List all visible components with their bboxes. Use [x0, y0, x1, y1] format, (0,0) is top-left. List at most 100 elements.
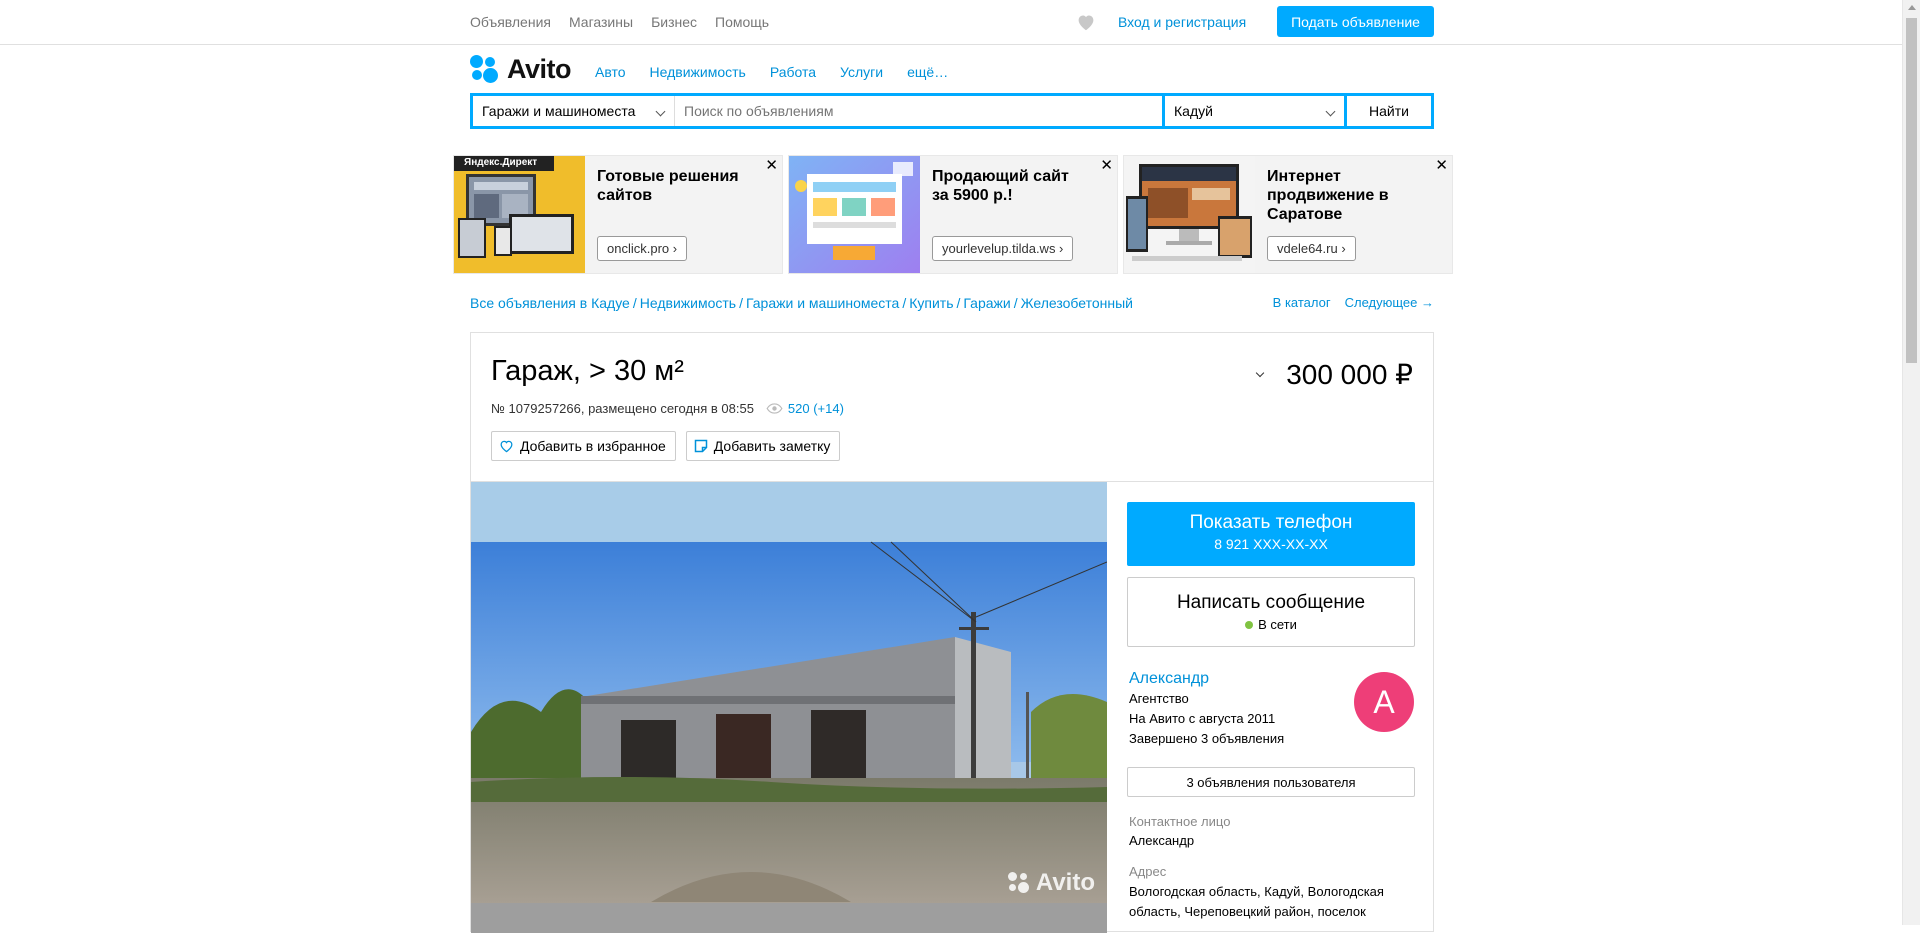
user-ads-button[interactable]: 3 объявления пользователя	[1127, 767, 1415, 797]
search-input[interactable]	[675, 96, 1162, 126]
seller-since: На Авито с августа 2011	[1129, 711, 1276, 726]
heart-icon[interactable]	[1076, 13, 1096, 31]
eye-icon	[766, 403, 783, 414]
seller-completed: Завершено 3 объявления	[1129, 731, 1285, 746]
item-photo[interactable]: Avito	[471, 482, 1107, 933]
address-line: Вологодская область, Кадуй, Вологодская	[1129, 884, 1384, 899]
ad-title: Интернет продвижение в Саратове	[1267, 168, 1389, 223]
ad-banner-3[interactable]: Интернет продвижение в Саратове vdele64.…	[1123, 155, 1453, 274]
catalog-nav: В каталог Следующее →	[1273, 295, 1434, 310]
item-meta-text: № 1079257266, размещено сегодня в 08:55	[491, 401, 754, 416]
watermark-logo-icon	[1007, 872, 1030, 894]
address-line: область, Череповецкий район, поселок	[1129, 904, 1366, 919]
category-select-value: Гаражи и машиноместа	[482, 103, 636, 119]
page-scrollbar[interactable]	[1902, 0, 1920, 925]
scroll-up-arrow-icon[interactable]	[1908, 5, 1916, 10]
top-nav: Объявления Магазины Бизнес Помощь	[470, 14, 769, 30]
post-ad-button[interactable]: Подать объявление	[1277, 6, 1434, 37]
category-services[interactable]: Услуги	[840, 64, 883, 80]
ad-badge-yandex-direct: Яндекс.Директ	[464, 157, 538, 168]
watermark-text: Avito	[1035, 869, 1095, 896]
write-message-button[interactable]: Написать сообщение В сети	[1127, 577, 1415, 647]
heart-outline-icon	[500, 440, 513, 453]
breadcrumb-item[interactable]: Гаражи и машиноместа	[746, 295, 899, 311]
ad-title: Готовые решения сайтов	[597, 168, 739, 204]
item-title: Гараж, > 30 м²	[491, 355, 684, 387]
breadcrumb-separator: /	[956, 295, 961, 311]
category-nav: Авто Недвижимость Работа Услуги ещё…	[595, 64, 948, 80]
ad-banner-1[interactable]: Яндекс.Директ Готовые решения сайтов onc…	[453, 155, 783, 274]
contact-person-label: Контактное лицо	[1129, 814, 1231, 829]
topnav-business[interactable]: Бизнес	[651, 14, 697, 30]
seller-info: Александр Агентство На Авито с августа 2…	[1129, 669, 1284, 749]
breadcrumb-item[interactable]: Гаражи	[963, 295, 1010, 311]
close-icon[interactable]: ✕	[1100, 156, 1113, 174]
add-favorite-label: Добавить в избранное	[520, 438, 666, 454]
views-count[interactable]: 520 (+14)	[788, 401, 844, 416]
ad-banner-2[interactable]: Продающий сайт за 5900 р.! yourlevelup.t…	[788, 155, 1118, 274]
scrollbar-thumb[interactable]	[1906, 18, 1917, 363]
logo-text: Avito	[507, 54, 572, 84]
seller-name[interactable]: Александр	[1129, 669, 1284, 689]
item-actions: Добавить в избранное Добавить заметку	[491, 431, 841, 461]
avatar[interactable]: А	[1354, 672, 1414, 732]
login-link[interactable]: Вход и регистрация	[1118, 14, 1246, 30]
avito-logo[interactable]: Avito	[470, 54, 572, 85]
ad-thumbnail-devices	[454, 156, 585, 273]
address-value: Вологодская область, Кадуй, Вологодская …	[1129, 882, 1384, 922]
top-bar-inner: Объявления Магазины Бизнес Помощь Вход и…	[470, 0, 1434, 44]
online-status: В сети	[1128, 617, 1414, 632]
show-phone-label: Показать телефон	[1189, 512, 1353, 533]
chevron-down-icon	[655, 106, 666, 117]
category-auto[interactable]: Авто	[595, 64, 626, 80]
write-message-label: Написать сообщение	[1176, 592, 1366, 613]
item-meta: № 1079257266, размещено сегодня в 08:55 …	[491, 401, 844, 416]
breadcrumb-separator: /	[902, 295, 907, 311]
top-bar: Объявления Магазины Бизнес Помощь Вход и…	[0, 0, 1902, 45]
category-realty[interactable]: Недвижимость	[650, 64, 746, 80]
ad-url-button[interactable]: vdele64.ru ›	[1267, 236, 1356, 261]
category-more[interactable]: ещё…	[907, 64, 948, 80]
close-icon[interactable]: ✕	[765, 156, 778, 174]
city-select[interactable]: Кадуй	[1162, 96, 1344, 126]
add-favorite-button[interactable]: Добавить в избранное	[491, 431, 676, 461]
topnav-ads[interactable]: Объявления	[470, 14, 551, 30]
logo-dots-icon	[470, 54, 500, 85]
breadcrumb-item[interactable]: Все объявления в Кадуе	[470, 295, 630, 311]
show-phone-button[interactable]: Показать телефон 8 921 XXX-XX-XX	[1127, 502, 1415, 566]
category-jobs[interactable]: Работа	[770, 64, 816, 80]
photo-watermark: Avito	[1007, 869, 1095, 897]
topnav-help[interactable]: Помощь	[715, 14, 769, 30]
phone-masked: 8 921 XXX-XX-XX	[1214, 536, 1328, 552]
breadcrumb: Все объявления в Кадуе / Недвижимость / Гара…	[470, 295, 1133, 311]
close-icon[interactable]: ✕	[1435, 156, 1448, 174]
ad-thumbnail-website	[789, 156, 920, 273]
to-catalog-link[interactable]: В каталог	[1273, 295, 1331, 310]
add-note-button[interactable]: Добавить заметку	[685, 431, 841, 461]
breadcrumb-separator: /	[1013, 295, 1018, 311]
ad-title: Продающий сайт за 5900 р.!	[932, 168, 1069, 204]
note-icon	[694, 439, 708, 453]
breadcrumb-item[interactable]: Железобетонный	[1021, 295, 1133, 311]
chevron-down-icon	[1325, 106, 1336, 117]
next-item-link[interactable]: Следующее →	[1345, 295, 1434, 310]
ad-url-button[interactable]: yourlevelup.tilda.ws ›	[932, 236, 1074, 261]
item-photo-image	[471, 482, 1107, 933]
price-chevron-icon[interactable]	[1255, 368, 1265, 378]
add-note-label: Добавить заметку	[713, 438, 831, 454]
ad-url-button[interactable]: onclick.pro ›	[597, 236, 688, 261]
item-card: Гараж, > 30 м² 300 000 ₽ № 1079257266, р…	[470, 332, 1434, 933]
topnav-shops[interactable]: Магазины	[569, 14, 633, 30]
category-select[interactable]: Гаражи и машиноместа	[473, 96, 675, 126]
ad-thumbnail-monitors	[1124, 156, 1255, 273]
online-dot-icon	[1245, 620, 1254, 629]
online-status-label: В сети	[1258, 617, 1297, 632]
item-price: 300 000 ₽	[1286, 359, 1413, 390]
city-select-value: Кадуй	[1174, 103, 1213, 119]
search-bar: Гаражи и машиноместа Кадуй Найти	[470, 93, 1434, 129]
breadcrumb-separator: /	[632, 295, 637, 311]
contact-person-value: Александр	[1129, 833, 1195, 848]
breadcrumb-item[interactable]: Купить	[909, 295, 953, 311]
find-button[interactable]: Найти	[1344, 96, 1431, 126]
breadcrumb-item[interactable]: Недвижимость	[640, 295, 736, 311]
